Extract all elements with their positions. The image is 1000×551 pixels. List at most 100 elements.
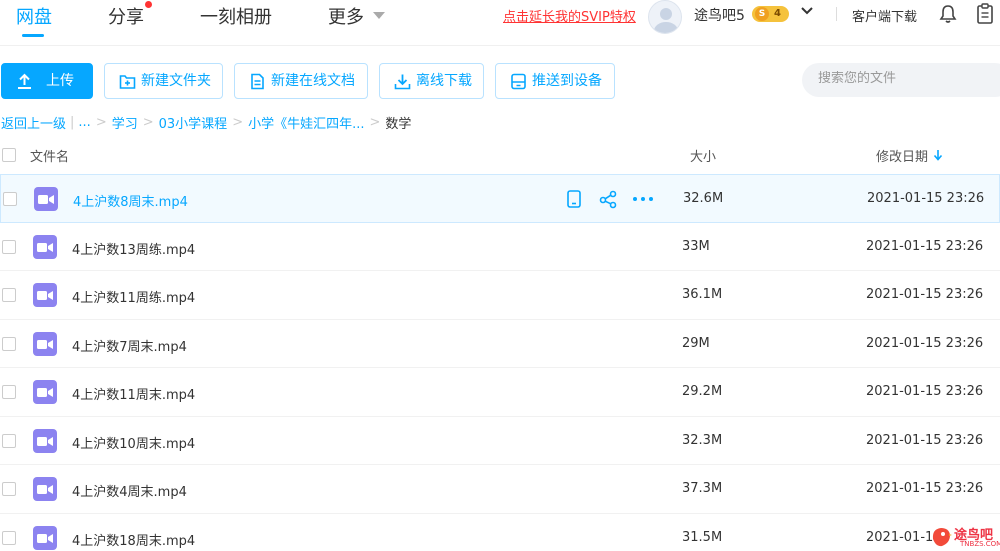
row-checkbox[interactable] bbox=[2, 530, 16, 545]
column-header-name[interactable]: 文件名 bbox=[30, 146, 69, 165]
avatar-body bbox=[654, 22, 678, 33]
breadcrumb-item-primary-courses[interactable]: 03小学课程 bbox=[159, 113, 228, 132]
tab-album[interactable]: 一刻相册 bbox=[200, 3, 272, 29]
file-size: 29.2M bbox=[682, 384, 723, 399]
table-row[interactable]: 4上沪数11周练.mp4 36.1M 2021-01-15 23:26 bbox=[0, 271, 1000, 320]
breadcrumb-item-study[interactable]: 学习 bbox=[112, 113, 138, 132]
new-folder-button[interactable]: 新建文件夹 bbox=[104, 63, 223, 99]
file-modified-date: 2021-01-15 23:26 bbox=[867, 191, 985, 206]
vip-level-number: 4 bbox=[774, 8, 781, 19]
row-actions bbox=[564, 189, 664, 209]
client-download-link[interactable]: 客户端下载 bbox=[852, 6, 917, 25]
file-size: 37.3M bbox=[682, 481, 723, 496]
top-nav: 网盘 分享 一刻相册 更多 点击延长我的SVIP特权 途鸟吧5 S 4 客户端下… bbox=[0, 0, 1000, 46]
file-name[interactable]: 4上沪数18周末.mp4 bbox=[72, 530, 195, 549]
row-checkbox[interactable] bbox=[3, 192, 17, 206]
watermark-subtext: TNBZS.COM bbox=[960, 540, 1000, 548]
file-name[interactable]: 4上沪数8周末.mp4 bbox=[73, 191, 188, 210]
tab-more[interactable]: 更多 bbox=[328, 3, 364, 29]
clipboard-icon[interactable] bbox=[976, 3, 994, 25]
table-row[interactable]: 4上沪数18周末.mp4 31.5M 2021-01-1 bbox=[0, 514, 1000, 551]
breadcrumb-ellipsis[interactable]: ... bbox=[78, 115, 90, 130]
notification-dot bbox=[145, 1, 152, 8]
push-to-device-label: 推送到设备 bbox=[532, 73, 602, 89]
video-file-icon bbox=[33, 234, 57, 259]
file-modified-date: 2021-01-1 bbox=[866, 529, 934, 545]
breadcrumb-back-link[interactable]: 返回上一级 bbox=[1, 113, 66, 132]
file-name[interactable]: 4上沪数13周练.mp4 bbox=[72, 239, 195, 258]
file-modified-date: 2021-01-15 23:26 bbox=[866, 335, 984, 351]
more-options-icon[interactable] bbox=[632, 189, 654, 209]
new-folder-label: 新建文件夹 bbox=[141, 73, 211, 89]
watermark-logo: 途鸟吧 TNBZS.COM bbox=[928, 524, 1000, 551]
vip-level-badge: S 4 bbox=[752, 6, 789, 22]
file-name[interactable]: 4上沪数11周练.mp4 bbox=[72, 287, 195, 306]
device-icon bbox=[511, 73, 526, 90]
breadcrumb-divider: | bbox=[70, 115, 75, 130]
bell-icon[interactable] bbox=[938, 4, 958, 24]
push-device-icon[interactable] bbox=[564, 189, 584, 209]
push-to-device-button[interactable]: 推送到设备 bbox=[495, 63, 615, 99]
svip-renew-link[interactable]: 点击延长我的SVIP特权 bbox=[503, 6, 636, 25]
table-row[interactable]: 4上沪数4周末.mp4 37.3M 2021-01-15 23:26 bbox=[0, 465, 1000, 514]
table-header: 文件名 大小 修改日期 bbox=[0, 142, 1000, 168]
table-row[interactable]: 4上沪数8周末.mp4 32.6M 2021-01-15 23:26 bbox=[0, 174, 1000, 223]
table-row[interactable]: 4上沪数10周末.mp4 32.3M 2021-01-15 23:26 bbox=[0, 417, 1000, 465]
table-row[interactable]: 4上沪数11周末.mp4 29.2M 2021-01-15 23:26 bbox=[0, 368, 1000, 417]
offline-download-label: 离线下载 bbox=[416, 73, 472, 89]
file-size: 32.6M bbox=[683, 191, 724, 206]
new-online-doc-label: 新建在线文档 bbox=[271, 73, 355, 89]
search-box bbox=[802, 63, 1000, 97]
table-row[interactable]: 4上沪数7周末.mp4 29M 2021-01-15 23:26 bbox=[0, 320, 1000, 368]
new-folder-icon bbox=[119, 75, 136, 89]
search-input[interactable] bbox=[818, 71, 998, 86]
caret-down-icon[interactable] bbox=[373, 12, 385, 19]
file-name[interactable]: 4上沪数4周末.mp4 bbox=[72, 481, 187, 500]
file-name[interactable]: 4上沪数10周末.mp4 bbox=[72, 433, 195, 452]
row-checkbox[interactable] bbox=[2, 385, 16, 399]
breadcrumb-separator: > bbox=[142, 115, 154, 130]
tab-netdisk[interactable]: 网盘 bbox=[16, 3, 52, 29]
row-checkbox[interactable] bbox=[2, 433, 16, 448]
avatar-head bbox=[660, 8, 672, 20]
video-file-icon bbox=[33, 331, 57, 356]
breadcrumb-item-course[interactable]: 小学《牛娃汇四年... bbox=[248, 113, 364, 132]
new-online-doc-button[interactable]: 新建在线文档 bbox=[234, 63, 368, 99]
file-size: 31.5M bbox=[682, 529, 723, 545]
sort-down-arrow-icon[interactable] bbox=[932, 148, 944, 162]
document-icon bbox=[251, 73, 264, 90]
bird-logo-icon bbox=[932, 528, 952, 547]
file-size: 36.1M bbox=[682, 287, 723, 302]
row-checkbox[interactable] bbox=[2, 288, 16, 302]
file-size: 29M bbox=[682, 335, 710, 351]
row-checkbox[interactable] bbox=[2, 336, 16, 351]
video-file-icon bbox=[34, 187, 58, 211]
file-name[interactable]: 4上沪数11周末.mp4 bbox=[72, 384, 195, 403]
file-modified-date: 2021-01-15 23:26 bbox=[866, 238, 984, 254]
avatar[interactable] bbox=[648, 0, 682, 34]
column-header-size[interactable]: 大小 bbox=[690, 146, 716, 165]
select-all-checkbox[interactable] bbox=[2, 148, 16, 162]
row-checkbox[interactable] bbox=[2, 239, 16, 254]
svip-s-mark: S bbox=[755, 7, 769, 21]
row-checkbox[interactable] bbox=[2, 482, 16, 496]
breadcrumb-current: 数学 bbox=[385, 117, 412, 132]
active-tab-indicator bbox=[22, 34, 44, 37]
offline-download-button[interactable]: 离线下载 bbox=[379, 63, 484, 99]
file-modified-date: 2021-01-15 23:26 bbox=[866, 432, 984, 448]
column-header-date[interactable]: 修改日期 bbox=[876, 146, 928, 165]
upload-icon bbox=[18, 73, 31, 89]
share-icon[interactable] bbox=[598, 189, 618, 209]
upload-button[interactable]: 上传 bbox=[1, 63, 93, 99]
file-list: 4上沪数8周末.mp4 32.6M 2021-01-15 23:26 4上沪数13周练… bbox=[0, 174, 1000, 551]
chevron-down-icon[interactable] bbox=[800, 4, 814, 18]
file-size: 33M bbox=[682, 238, 710, 254]
nav-divider bbox=[836, 7, 837, 21]
video-file-icon bbox=[33, 477, 57, 501]
file-name[interactable]: 4上沪数7周末.mp4 bbox=[72, 336, 187, 355]
table-row[interactable]: 4上沪数13周练.mp4 33M 2021-01-15 23:26 bbox=[0, 223, 1000, 271]
tab-share[interactable]: 分享 bbox=[108, 3, 144, 29]
file-modified-date: 2021-01-15 23:26 bbox=[866, 287, 984, 302]
username[interactable]: 途鸟吧5 bbox=[694, 5, 745, 25]
breadcrumb: 返回上一级 |... > 学习 >03小学课程 > 小学《牛娃汇四年... > 数学 bbox=[1, 113, 411, 132]
